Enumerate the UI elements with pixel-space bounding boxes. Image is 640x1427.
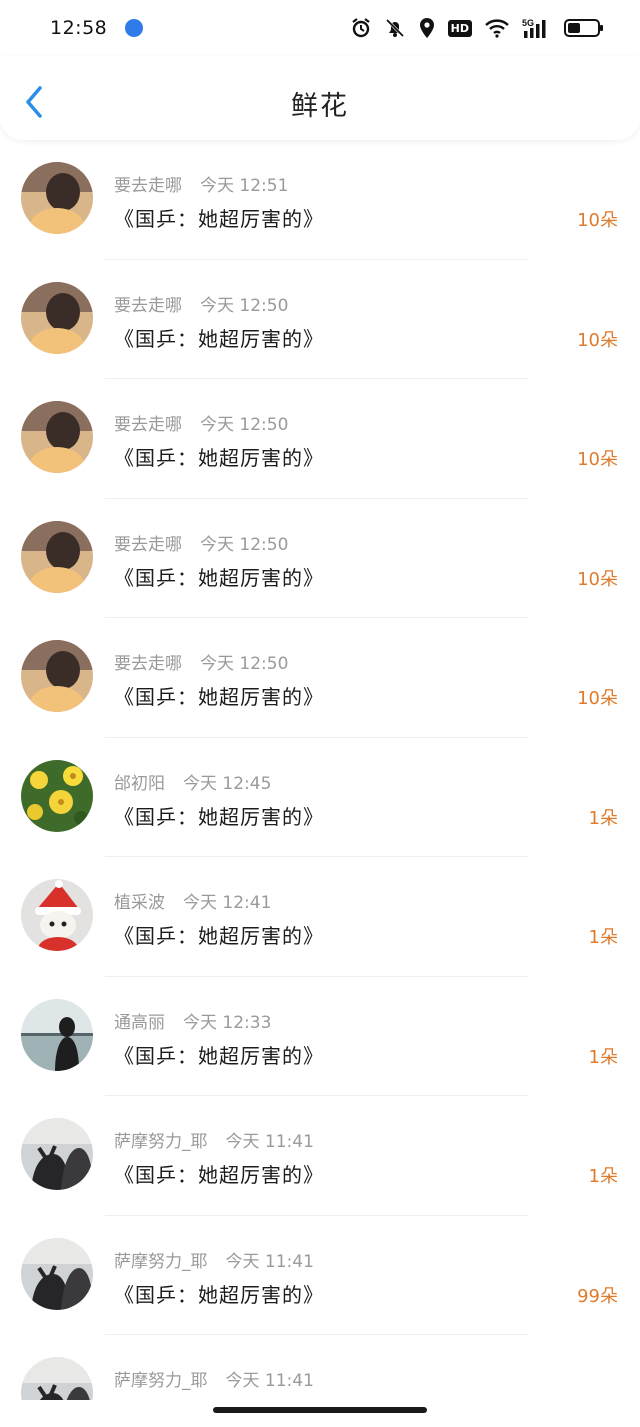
flower-count: 10朵: [577, 688, 618, 709]
sent-time: 今天 12:41: [183, 893, 272, 913]
article-title: 《国乒：她超厉害的》: [114, 565, 324, 590]
list-item[interactable]: 要去走哪 今天 12:50 《国乒：她超厉害的》 10朵: [0, 498, 640, 618]
flower-count: 1朵: [588, 1166, 618, 1187]
sender-name: 植采波: [114, 893, 165, 913]
status-time: 12:58: [50, 17, 108, 39]
list-item[interactable]: 植采波 今天 12:41 《国乒：她超厉害的》 1朵: [0, 857, 640, 977]
sender-name: 萨摩努力_耶: [114, 1132, 208, 1152]
sender-name: 要去走哪: [114, 295, 182, 316]
status-bar: 12:58 HD 5G: [0, 0, 640, 56]
seaside-girl-avatar-icon: [21, 998, 93, 1071]
sent-time: 今天 12:33: [183, 1012, 272, 1033]
home-indicator[interactable]: [213, 1407, 427, 1413]
flower-count: 10朵: [577, 568, 618, 590]
sender-name: 邰初阳: [114, 773, 165, 794]
avatar[interactable]: [21, 162, 93, 234]
nav-header: 鲜花: [0, 56, 640, 140]
flower-record-list[interactable]: 要去走哪 今天 12:51 《国乒：她超厉害的》 10朵 要去走哪 今天 12:50…: [0, 140, 640, 1400]
app-notification-icon: [125, 19, 144, 37]
sender-name: 萨摩努力_耶: [114, 1371, 208, 1391]
yellow-flowers-avatar-icon: [21, 759, 93, 832]
location-icon: [418, 17, 436, 39]
avatar[interactable]: [21, 998, 93, 1071]
sent-time: 今天 12:50: [200, 654, 289, 674]
girl-back-avatar-icon: [21, 401, 93, 473]
couple-cat-avatar-icon: [21, 1357, 93, 1400]
flower-count: 99朵: [577, 1285, 618, 1307]
list-item[interactable]: 萨摩努力_耶 今天 11:41 《国乒：她超厉害的》 99朵: [0, 1215, 640, 1335]
couple-cat-avatar-icon: [21, 1237, 93, 1310]
avatar[interactable]: [21, 640, 93, 712]
list-item[interactable]: 要去走哪 今天 12:51 《国乒：她超厉害的》 10朵: [0, 140, 640, 260]
girl-back-avatar-icon: [21, 281, 93, 354]
hd-icon: HD: [447, 19, 472, 37]
girl-back-avatar-icon: [21, 162, 93, 234]
flower-count: 10朵: [577, 329, 618, 351]
article-title: 《国乒：她超厉害的》: [114, 1282, 324, 1307]
wifi-icon: [484, 18, 510, 38]
sent-time: 今天 12:45: [183, 773, 272, 794]
avatar[interactable]: [21, 520, 93, 593]
sent-time: 今天 12:50: [200, 295, 289, 316]
sender-name: 要去走哪: [114, 534, 182, 555]
flower-count: 10朵: [577, 210, 618, 231]
list-item[interactable]: 要去走哪 今天 12:50 《国乒：她超厉害的》 10朵: [0, 618, 640, 738]
flower-count: 10朵: [577, 449, 618, 470]
list-item[interactable]: 邰初阳 今天 12:45 《国乒：她超厉害的》 1朵: [0, 737, 640, 857]
avatar[interactable]: [21, 401, 93, 473]
girl-back-avatar-icon: [21, 520, 93, 593]
article-title: 《国乒：她超厉害的》: [114, 207, 324, 231]
sender-name: 萨摩努力_耶: [114, 1251, 208, 1272]
sent-time: 今天 12:50: [200, 415, 289, 435]
girl-back-avatar-icon: [21, 640, 93, 712]
sent-time: 今天 11:41: [225, 1132, 314, 1152]
avatar[interactable]: [21, 759, 93, 832]
avatar[interactable]: [21, 879, 93, 951]
avatar[interactable]: [21, 1357, 93, 1400]
sender-name: 要去走哪: [114, 415, 182, 435]
avatar[interactable]: [21, 1118, 93, 1190]
list-item[interactable]: 通高丽 今天 12:33 《国乒：她超厉害的》 1朵: [0, 976, 640, 1096]
battery-icon: [564, 19, 603, 37]
flower-count: 1朵: [588, 1046, 618, 1068]
sender-name: 要去走哪: [114, 654, 182, 674]
sender-name: 要去走哪: [114, 176, 182, 196]
avatar[interactable]: [21, 281, 93, 354]
avatar[interactable]: [21, 1237, 93, 1310]
list-item[interactable]: 要去走哪 今天 12:50 《国乒：她超厉害的》 10朵: [0, 259, 640, 379]
alarm-icon: [350, 17, 372, 39]
article-title: 《国乒：她超厉害的》: [114, 1043, 324, 1068]
sent-time: 今天 12:50: [200, 534, 289, 555]
sent-time: 今天 11:41: [225, 1371, 314, 1391]
article-title: 《国乒：她超厉害的》: [114, 804, 324, 829]
page-title: 鲜花: [291, 91, 349, 122]
sender-name: 通高丽: [114, 1012, 165, 1033]
article-title: 《国乒：她超厉害的》: [114, 326, 324, 351]
article-title: 《国乒：她超厉害的》: [114, 685, 324, 709]
sent-time: 今天 11:41: [225, 1251, 314, 1272]
mute-bell-icon: [384, 17, 406, 39]
article-title: 《国乒：她超厉害的》: [114, 924, 324, 948]
list-item[interactable]: 要去走哪 今天 12:50 《国乒：她超厉害的》 10朵: [0, 379, 640, 499]
couple-cat-avatar-icon: [21, 1118, 93, 1190]
list-item[interactable]: 萨摩努力_耶 今天 11:41: [0, 1335, 640, 1400]
flower-count: 1朵: [588, 807, 618, 829]
article-title: 《国乒：她超厉害的》: [114, 446, 324, 470]
signal-5g-icon: 5G: [522, 17, 552, 39]
flower-count: 1朵: [588, 927, 618, 948]
santa-cat-avatar-icon: [21, 879, 93, 951]
sent-time: 今天 12:51: [200, 176, 289, 196]
svg-text:5G: 5G: [522, 18, 534, 28]
article-title: 《国乒：她超厉害的》: [114, 1163, 324, 1187]
list-item[interactable]: 萨摩努力_耶 今天 11:41 《国乒：她超厉害的》 1朵: [0, 1096, 640, 1216]
